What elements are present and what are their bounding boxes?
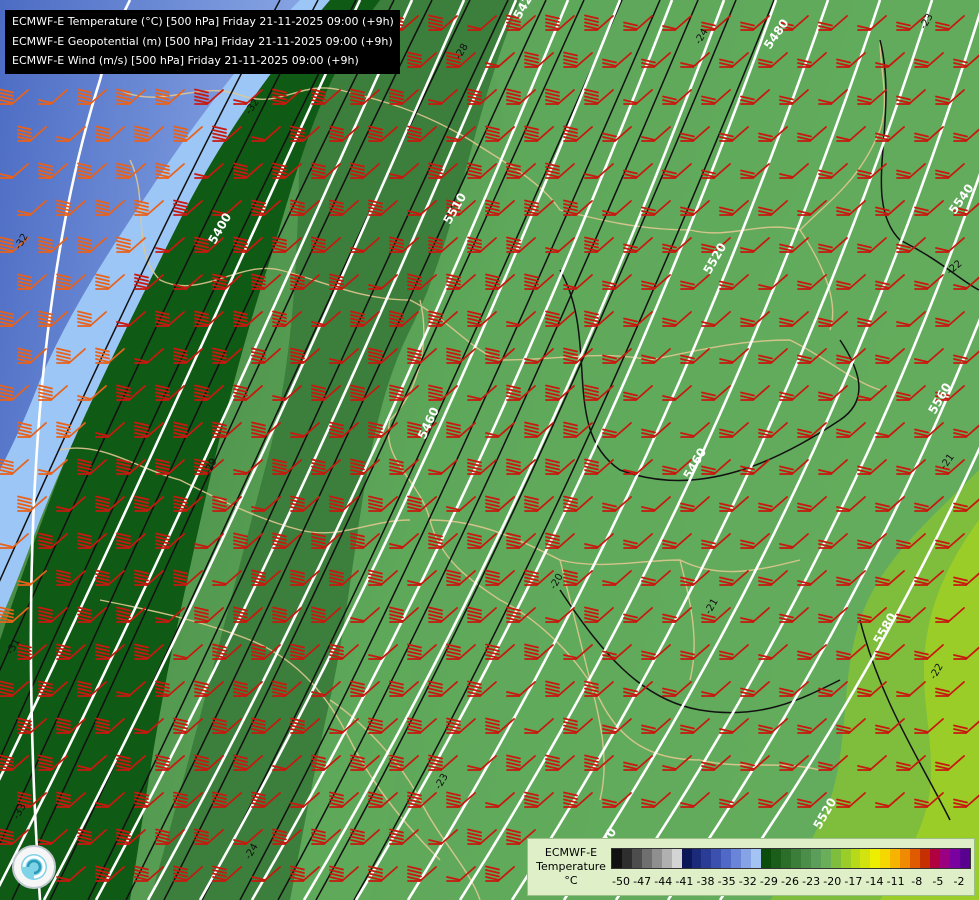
legend-tick-labels: -50 -47 -44 -41 -38 -35 -32 -29 -26 -23 -20 -17 -14-…: [611, 875, 969, 889]
legend-tick-label: -2: [953, 875, 965, 888]
legend-swatch: [612, 849, 622, 868]
temperature-legend: ECMWF-E Temperature °C -50 -47 -44 -41 -38 -3…: [527, 838, 975, 896]
legend-tick-label: -23: [802, 875, 821, 888]
map-title-box: ECMWF-E Temperature (°C) [500 hPa] Frida…: [5, 10, 400, 74]
legend-swatch: [691, 849, 702, 868]
title-temperature: ECMWF-E Temperature (°C) [500 hPa] Frida…: [12, 15, 394, 28]
legend-color-bar: [611, 848, 971, 869]
legend-swatch: [751, 849, 762, 868]
legend-tick-label: -29: [759, 875, 778, 888]
legend-tick-label: -14: [865, 875, 884, 888]
legend-swatch: [910, 849, 921, 868]
legend-swatch: [701, 849, 712, 868]
ecmwf-logo-icon: [12, 845, 56, 889]
legend-swatch: [661, 849, 672, 868]
weather-map: 5420548055405400546055105520546055205560…: [0, 0, 979, 900]
legend-tick-label: -47: [633, 875, 652, 888]
legend-swatch: [631, 849, 642, 868]
legend-swatch: [800, 849, 811, 868]
legend-tick-label: -38: [696, 875, 715, 888]
legend-tick-label: -35: [717, 875, 736, 888]
legend-tick-label: -41: [675, 875, 694, 888]
legend-title: ECMWF-E Temperature °C: [536, 846, 606, 887]
title-wind: ECMWF-E Wind (m/s) [500 hPa] Friday 21-1…: [12, 54, 359, 67]
legend-swatch: [641, 849, 652, 868]
legend-swatch: [930, 849, 940, 868]
legend-swatch: [850, 849, 861, 868]
legend-swatch: [959, 849, 970, 868]
legend-swatch: [731, 849, 742, 868]
legend-swatch: [771, 849, 781, 868]
legend-tick-label: -32: [738, 875, 757, 888]
legend-swatch: [741, 849, 752, 868]
legend-swatch: [840, 849, 851, 868]
legend-swatch: [721, 849, 732, 868]
legend-swatch: [711, 849, 722, 868]
legend-swatch: [949, 849, 960, 868]
legend-swatch: [920, 849, 930, 868]
legend-swatch: [790, 849, 801, 868]
legend-swatch: [671, 849, 682, 868]
legend-swatch: [780, 849, 791, 868]
legend-swatch: [820, 849, 831, 868]
legend-swatch: [810, 849, 821, 868]
legend-swatch: [870, 849, 881, 868]
legend-tick-label: -11: [886, 875, 905, 888]
legend-swatch: [939, 849, 950, 868]
title-geopotential: ECMWF-E Geopotential (m) [500 hPa] Frida…: [12, 34, 393, 48]
legend-tick-label: -26: [781, 875, 799, 888]
legend-swatch: [681, 849, 692, 868]
legend-swatch: [860, 849, 871, 868]
legend-tick-label: -20: [823, 875, 842, 888]
legend-tick-label: -17: [844, 875, 863, 888]
legend-swatch: [621, 849, 632, 868]
legend-swatch: [900, 849, 911, 868]
legend-swatch: [651, 849, 662, 868]
legend-tick-label: -44: [654, 875, 673, 888]
legend-swatch: [761, 849, 771, 868]
legend-swatch: [880, 849, 891, 868]
legend-tick-label: -5: [932, 875, 944, 888]
legend-tick-label: -8: [911, 875, 923, 888]
legend-swatch: [830, 849, 841, 868]
legend-swatch: [890, 849, 901, 868]
legend-tick-label: -50: [612, 875, 630, 888]
